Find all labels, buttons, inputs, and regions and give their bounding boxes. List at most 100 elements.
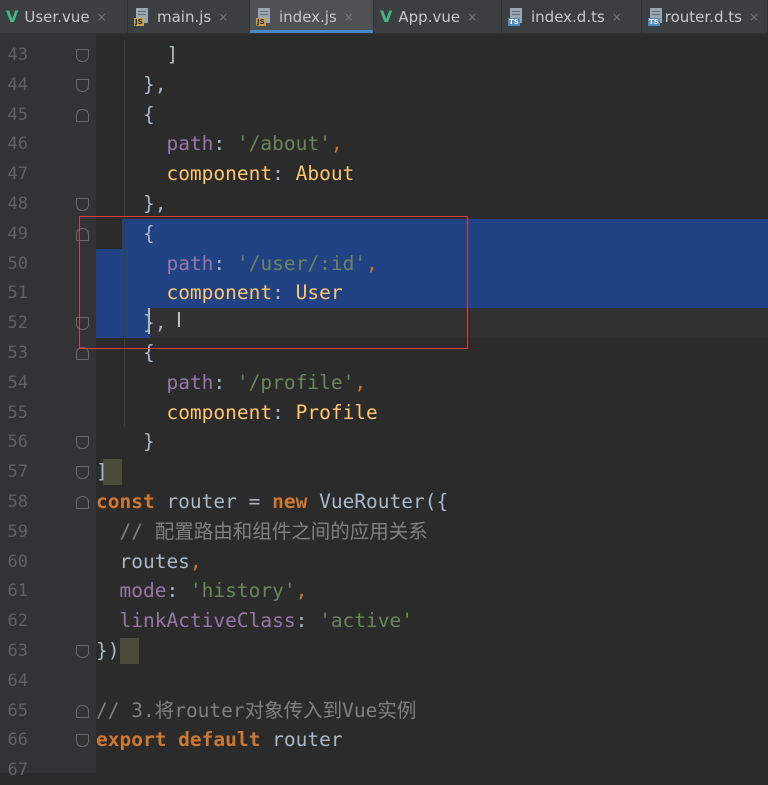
text-caret — [148, 308, 150, 334]
code-token: : — [213, 370, 237, 394]
code-line[interactable]: 63}) — [0, 636, 768, 666]
fold-marker-icon[interactable] — [76, 645, 89, 658]
js-file-icon: JS — [256, 7, 273, 26]
tab-index-d-ts[interactable]: TS index.d.ts × — [502, 0, 642, 33]
code-text: ] — [96, 457, 108, 487]
code-line[interactable]: 67 — [0, 755, 768, 785]
close-icon[interactable]: × — [467, 10, 477, 24]
close-icon[interactable]: × — [97, 10, 107, 24]
code-text: const router = new VueRouter({ — [96, 487, 448, 517]
code-line[interactable]: 46 path: '/about', — [0, 129, 768, 159]
fold-marker-icon[interactable] — [76, 78, 89, 92]
fold-marker-icon[interactable] — [76, 198, 89, 211]
code-token: Profile — [295, 400, 378, 424]
code-token: : — [213, 132, 237, 156]
close-icon[interactable]: × — [218, 10, 228, 24]
code-token: : — [166, 579, 190, 603]
code-line[interactable]: 47 component: About — [0, 159, 768, 189]
line-number: 55 — [7, 402, 28, 423]
code-token: , — [295, 579, 308, 603]
tab-app-vue[interactable]: V App.vue × — [374, 0, 502, 33]
code-editor[interactable]: 43 ] 44 }, 45 {46 path: '/about', 47 compon… — [0, 33, 768, 780]
code-token: 'history' — [189, 579, 296, 603]
line-number: 54 — [7, 372, 28, 393]
fold-marker-icon[interactable] — [76, 436, 89, 450]
code-text: path: '/profile', — [96, 368, 366, 398]
code-line[interactable]: 60 routes, — [0, 547, 768, 577]
code-token: } — [96, 430, 155, 454]
code-line[interactable]: 44 }, — [0, 70, 768, 100]
line-number: 57 — [7, 462, 28, 483]
code-line[interactable]: 54 path: '/profile', — [0, 368, 768, 398]
code-line[interactable]: 45 { — [0, 100, 768, 130]
code-text: export default router — [96, 725, 343, 755]
annotation-highlight-box — [79, 216, 468, 349]
code-line[interactable]: 55 component: Profile — [0, 398, 768, 428]
tab-label: main.js — [157, 7, 212, 26]
code-line[interactable]: 59 // 配置路由和组件之间的应用关系 — [0, 517, 768, 547]
code-token: About — [295, 162, 355, 186]
line-number: 64 — [7, 670, 28, 691]
line-number: 44 — [7, 74, 28, 95]
tab-label: App.vue — [398, 7, 461, 26]
line-number: 59 — [7, 521, 28, 542]
fold-marker-icon[interactable] — [76, 704, 89, 718]
code-line[interactable]: 61 mode: 'history', — [0, 576, 768, 606]
code-token: { — [96, 102, 155, 126]
fold-marker-icon[interactable] — [76, 496, 89, 509]
line-number: 61 — [7, 581, 28, 602]
code-token: export default — [96, 728, 261, 752]
code-token: , — [330, 132, 343, 156]
code-line[interactable]: 65 // 3.将router对象传入到Vue实例 — [0, 696, 768, 726]
code-text: }) — [96, 636, 119, 666]
close-icon[interactable]: × — [344, 10, 354, 24]
code-line[interactable]: 62 linkActiveClass: 'active' — [0, 606, 768, 636]
code-line[interactable]: 48 }, — [0, 189, 768, 219]
line-number: 50 — [7, 253, 28, 274]
line-number: 45 — [7, 104, 28, 125]
code-text: mode: 'history', — [96, 576, 307, 606]
code-line[interactable]: 43 ] — [0, 40, 768, 70]
mouse-ibeam-cursor: I — [176, 308, 182, 332]
code-token: linkActiveClass — [119, 609, 296, 633]
code-line[interactable]: 64 — [0, 666, 768, 696]
code-line[interactable]: 58 const router = new VueRouter({ — [0, 487, 768, 517]
close-icon[interactable]: × — [749, 10, 759, 24]
fold-marker-icon[interactable] — [76, 466, 89, 480]
code-token: component — [166, 400, 273, 424]
code-line[interactable]: 57] — [0, 457, 768, 487]
vue-icon: V — [6, 7, 19, 26]
tab-main-js[interactable]: JS main.js × — [128, 0, 250, 33]
code-text: // 3.将router对象传入到Vue实例 — [96, 696, 416, 726]
fold-marker-icon[interactable] — [76, 734, 89, 748]
code-token: }, — [96, 72, 167, 96]
code-line[interactable]: 56 } — [0, 427, 768, 457]
ts-file-icon: TS — [508, 7, 525, 26]
code-token: // 3.将router对象传入到Vue实例 — [96, 698, 417, 722]
fold-marker-icon[interactable] — [76, 108, 89, 122]
code-text: path: '/about', — [96, 129, 343, 159]
code-token: // 配置路由和组件之间的应用关系 — [96, 519, 428, 543]
line-number: 48 — [7, 194, 28, 214]
tab-user-vue[interactable]: V User.vue × — [0, 0, 128, 33]
code-token: , — [189, 549, 202, 573]
code-token: '/profile' — [236, 370, 355, 394]
vue-icon: V — [380, 7, 393, 26]
fold-marker-icon[interactable] — [76, 49, 89, 62]
code-token: router = — [154, 490, 273, 513]
line-number: 43 — [7, 45, 28, 65]
close-icon[interactable]: × — [612, 10, 622, 24]
line-number: 53 — [7, 343, 28, 363]
tab-router-d-ts[interactable]: TS router.d.ts × — [642, 0, 768, 33]
tab-index-js[interactable]: JS index.js × — [250, 0, 374, 33]
code-token: : — [272, 162, 296, 186]
line-number: 52 — [7, 313, 28, 334]
code-line[interactable]: 66 export default router — [0, 725, 768, 755]
code-token: 'active' — [319, 609, 413, 633]
code-token: const — [96, 490, 155, 513]
